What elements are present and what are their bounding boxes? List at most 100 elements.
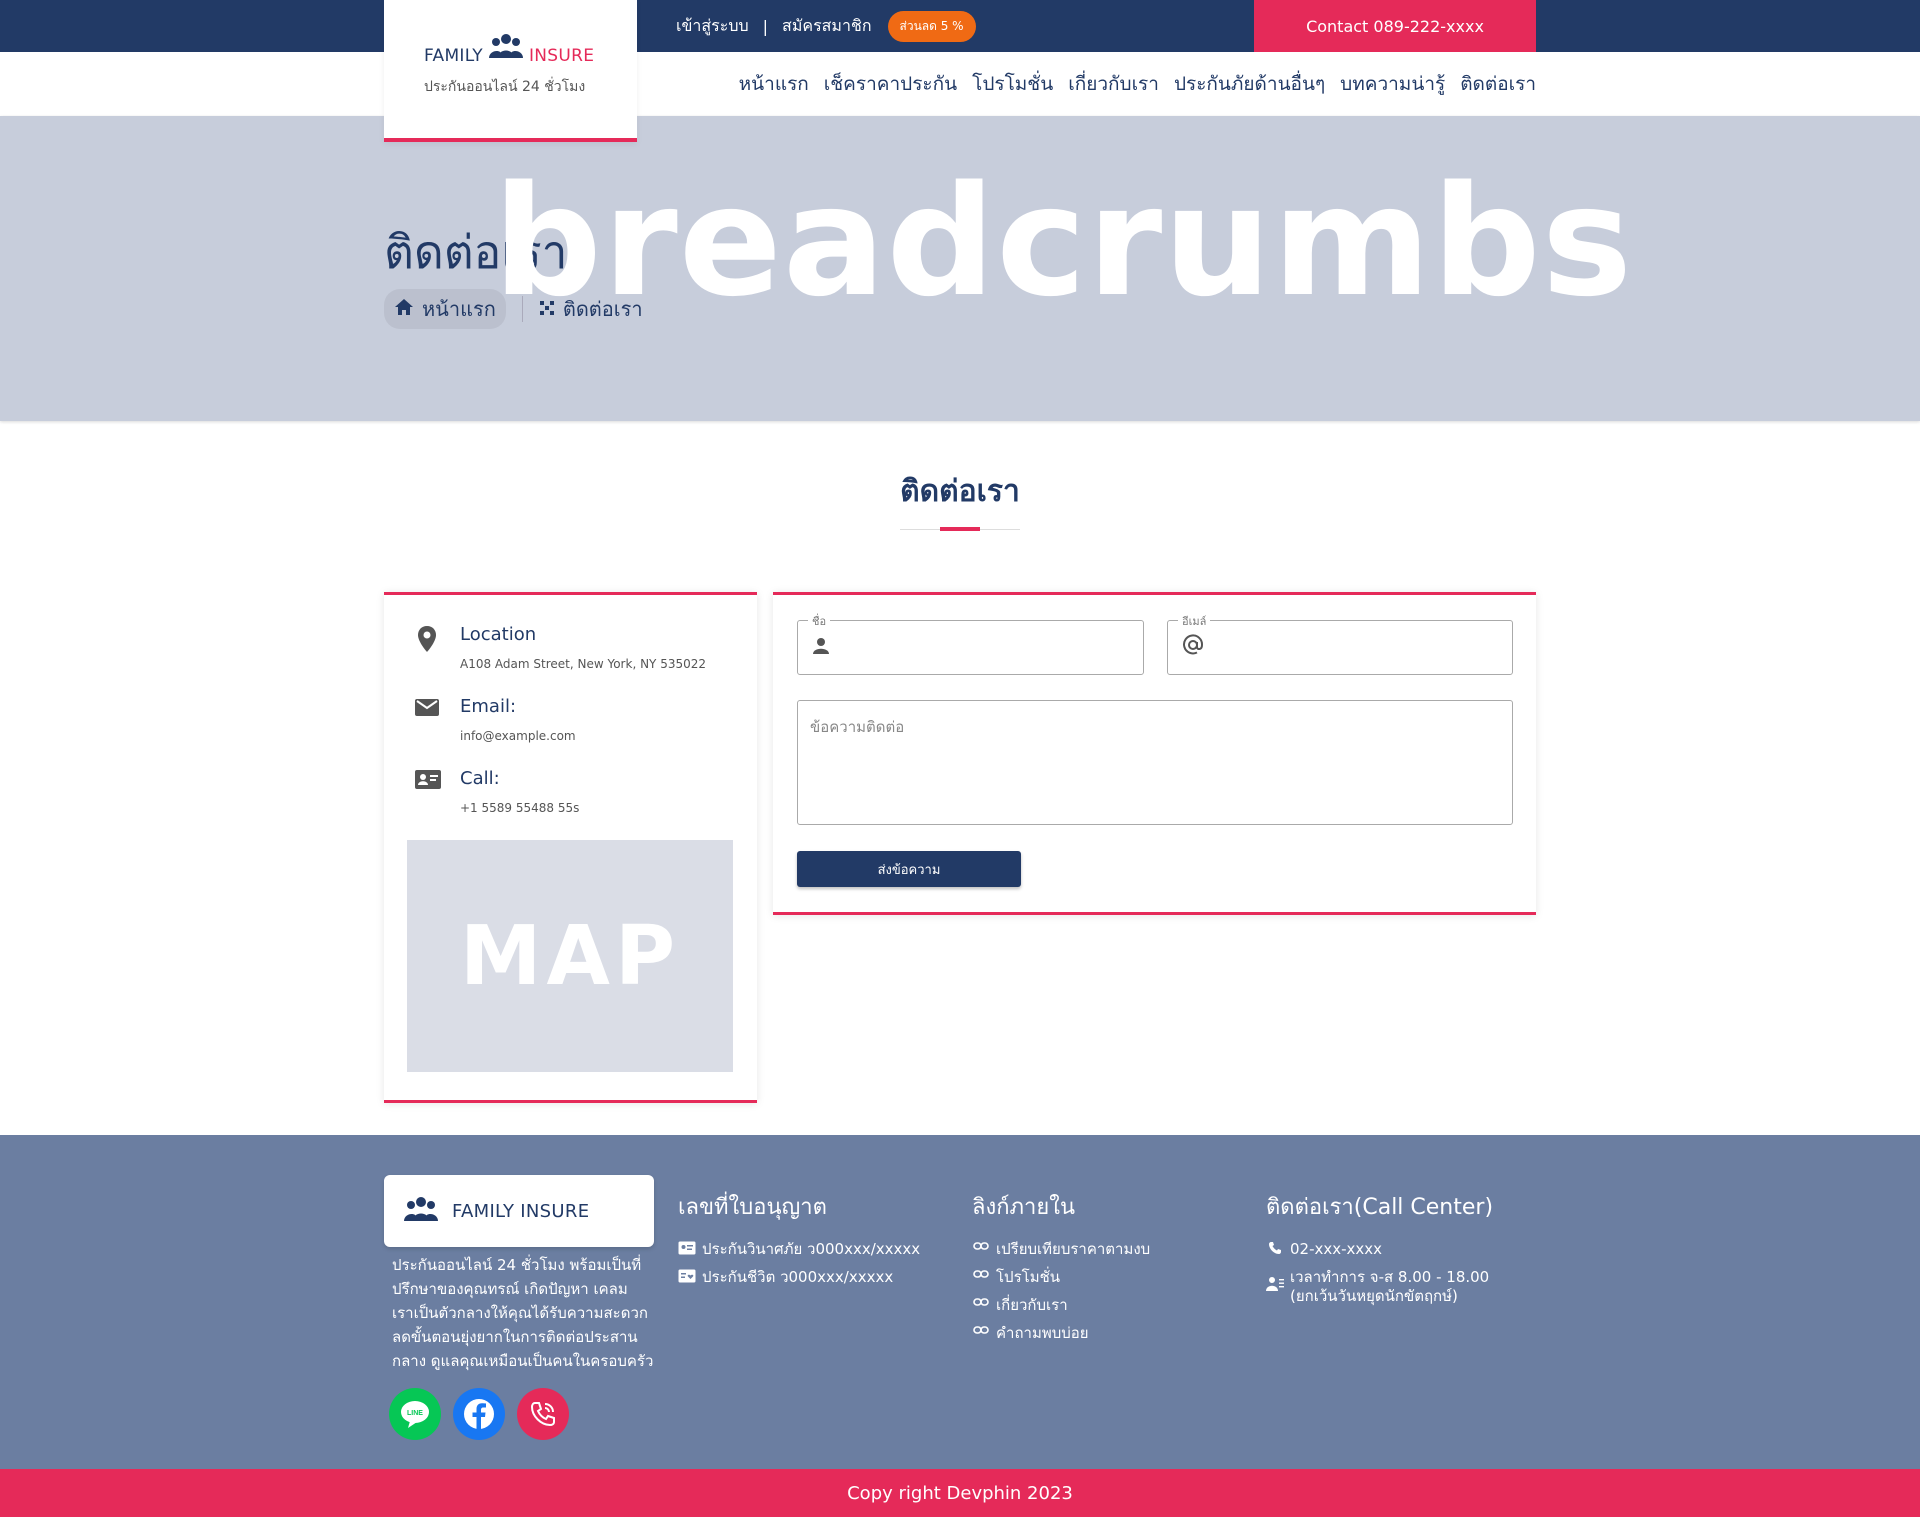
footer-link-item[interactable]: เปรียบเทียบราคาตามงบ	[972, 1240, 1150, 1259]
license-item-label: ประกันชีวิต ว000xxx/xxxxx	[702, 1268, 894, 1286]
map-placeholder[interactable]: MAP	[407, 840, 733, 1072]
svg-text:LINE: LINE	[407, 1410, 423, 1417]
footer-license: เลขที่ใบอนุญาต ประกันวินาศภัย ว000xxx/xx…	[678, 1175, 920, 1296]
nav-item-promotion[interactable]: โปรโมชั่น	[972, 69, 1053, 99]
footer-contact-title: ติดต่อเรา(Call Center)	[1266, 1195, 1494, 1220]
email-label: Email:	[460, 696, 517, 717]
hero-watermark: breadcrumbs	[493, 153, 1634, 330]
footer-logo[interactable]: FAMILY INSURE	[384, 1175, 654, 1247]
phone-icon	[1266, 1241, 1284, 1255]
hero-banner: ติดต่อเรา breadcrumbs หน้าแรก ติดต่อเรา	[0, 116, 1920, 421]
license-item-label: ประกันวินาศภัย ว000xxx/xxxxx	[702, 1240, 921, 1258]
copyright-bar: Copy right Devphin 2023	[0, 1469, 1920, 1517]
location-text: Location A108 Adam Street, New York, NY …	[460, 624, 706, 671]
nav-item-articles[interactable]: บทความน่ารู้	[1340, 69, 1445, 99]
call-label: Call:	[460, 768, 500, 789]
phone-icon[interactable]	[517, 1388, 569, 1440]
footer-link-label: โปรโมชั่น	[996, 1268, 1061, 1286]
info-email: Email: info@example.com	[414, 696, 576, 743]
title-accent	[940, 527, 980, 531]
line-icon[interactable]: LINE	[389, 1388, 441, 1440]
nav-item-home[interactable]: หน้าแรก	[739, 69, 809, 99]
footer: FAMILY INSURE ประกันออนไลน์ 24 ชั่วโมง พ…	[0, 1135, 1920, 1469]
email-value[interactable]: info@example.com	[460, 729, 576, 743]
name-field-label: ชื่อ	[808, 612, 831, 630]
link-icon	[972, 1325, 990, 1335]
login-link[interactable]: เข้าสู่ระบบ	[676, 14, 749, 39]
footer-contact: ติดต่อเรา(Call Center) 02-xxx-xxxx เวลาท…	[1266, 1175, 1493, 1315]
family-icon	[404, 1195, 438, 1227]
footer-link-item[interactable]: โปรโมชั่น	[972, 1268, 1150, 1287]
email-field-label: อีเมล์	[1178, 612, 1211, 630]
home-icon	[394, 297, 414, 321]
email-text: Email: info@example.com	[460, 696, 576, 743]
clock-person-icon	[1266, 1276, 1284, 1292]
link-icon	[972, 1269, 990, 1279]
link-icon	[972, 1297, 990, 1307]
footer-hours-text: เวลาทำการ จ-ส 8.00 - 18.00 (ยกเว้นวันหยุ…	[1290, 1268, 1489, 1306]
footer-description: ประกันออนไลน์ 24 ชั่วโมง พร้อมเป็นที่ปรึ…	[392, 1256, 654, 1370]
links-title: ลิงก์ภายใน	[972, 1195, 1076, 1220]
footer-hours-note: (ยกเว้นวันหยุดนักขัตฤกษ์)	[1290, 1287, 1458, 1305]
name-field: ชื่อ	[797, 612, 1144, 675]
message-field	[797, 700, 1513, 825]
breadcrumb: หน้าแรก ติดต่อเรา	[384, 289, 643, 329]
breadcrumb-home[interactable]: หน้าแรก	[384, 289, 506, 329]
at-icon	[1182, 634, 1204, 660]
footer-link-item[interactable]: เกี่ยวกับเรา	[972, 1296, 1150, 1315]
license-item: ประกันชีวิต ว000xxx/xxxxx	[678, 1268, 920, 1287]
footer-link-label: เกี่ยวกับเรา	[996, 1296, 1068, 1314]
discount-badge[interactable]: ส่วนลด 5 %	[887, 10, 976, 42]
message-input[interactable]	[810, 715, 1500, 814]
location-pin-icon	[414, 624, 444, 671]
logo-card[interactable]: FAMILY INSURE ประกันออนไลน์ 24 ชั่วโมง	[384, 0, 637, 142]
person-icon	[812, 637, 830, 659]
name-input[interactable]	[844, 629, 1129, 665]
footer-link-item[interactable]: คำถามพบบ่อย	[972, 1324, 1150, 1343]
breadcrumb-home-label: หน้าแรก	[422, 297, 496, 321]
contact-card-icon	[414, 768, 444, 815]
email-field: อีเมล์	[1167, 612, 1513, 675]
id-card-icon	[678, 1241, 696, 1255]
call-value[interactable]: +1 5589 55488 55s	[460, 801, 579, 815]
location-value: A108 Adam Street, New York, NY 535022	[460, 657, 706, 671]
nav-item-other-insurance[interactable]: ประกันภัยด้านอื่นๆ	[1174, 69, 1325, 99]
footer-hours: เวลาทำการ จ-ส 8.00 - 18.00 (ยกเว้นวันหยุ…	[1266, 1268, 1493, 1306]
contact-info-card: Location A108 Adam Street, New York, NY …	[384, 592, 757, 1103]
footer-phone-label: 02-xxx-xxxx	[1290, 1240, 1383, 1258]
logo-tagline: ประกันออนไลน์ 24 ชั่วโมง	[424, 79, 586, 95]
main-nav: หน้าแรก เช็คราคาประกัน โปรโมชั่น เกี่ยวก…	[739, 52, 1536, 116]
contact-form-card: ชื่อ อีเมล์ ส่งข้อความ	[773, 592, 1536, 915]
breadcrumb-divider	[521, 296, 523, 322]
top-links: เข้าสู่ระบบ | สมัครสมาชิก ส่วนลด 5 %	[676, 0, 976, 52]
social-links: LINE	[389, 1388, 569, 1440]
section-title: ติดต่อเรา	[900, 474, 1020, 509]
health-card-icon	[678, 1269, 696, 1283]
nav-item-contact[interactable]: ติดต่อเรา	[1460, 69, 1536, 99]
mail-icon	[414, 696, 444, 743]
license-item: ประกันวินาศภัย ว000xxx/xxxxx	[678, 1240, 920, 1259]
email-input[interactable]	[1214, 629, 1498, 665]
top-separator: |	[762, 16, 769, 36]
footer-hours-label: เวลาทำการ จ-ส 8.00 - 18.00	[1290, 1268, 1490, 1286]
footer-links: ลิงก์ภายใน เปรียบเทียบราคาตามงบ โปรโมชั่…	[972, 1175, 1150, 1352]
info-call: Call: +1 5589 55488 55s	[414, 768, 579, 815]
facebook-icon[interactable]	[453, 1388, 505, 1440]
register-link[interactable]: สมัครสมาชิก	[782, 14, 871, 39]
footer-phone[interactable]: 02-xxx-xxxx	[1266, 1240, 1493, 1259]
footer-link-label: เปรียบเทียบราคาตามงบ	[996, 1240, 1151, 1258]
license-title: เลขที่ใบอนุญาต	[678, 1195, 827, 1220]
send-message-button[interactable]: ส่งข้อความ	[797, 851, 1021, 887]
location-label: Location	[460, 624, 537, 645]
info-location: Location A108 Adam Street, New York, NY …	[414, 624, 706, 671]
grid-icon	[539, 297, 555, 321]
link-icon	[972, 1241, 990, 1251]
call-text: Call: +1 5589 55488 55s	[460, 768, 579, 815]
family-icon	[488, 32, 523, 64]
footer-link-label: คำถามพบบ่อย	[996, 1324, 1089, 1342]
nav-item-check-price[interactable]: เช็คราคาประกัน	[824, 69, 957, 99]
contact-phone-button[interactable]: Contact 089-222-xxxx	[1254, 0, 1536, 52]
logo-insure-text: INSURE	[528, 46, 595, 66]
logo-family-text: FAMILY	[424, 46, 483, 66]
nav-item-about[interactable]: เกี่ยวกับเรา	[1068, 69, 1159, 99]
